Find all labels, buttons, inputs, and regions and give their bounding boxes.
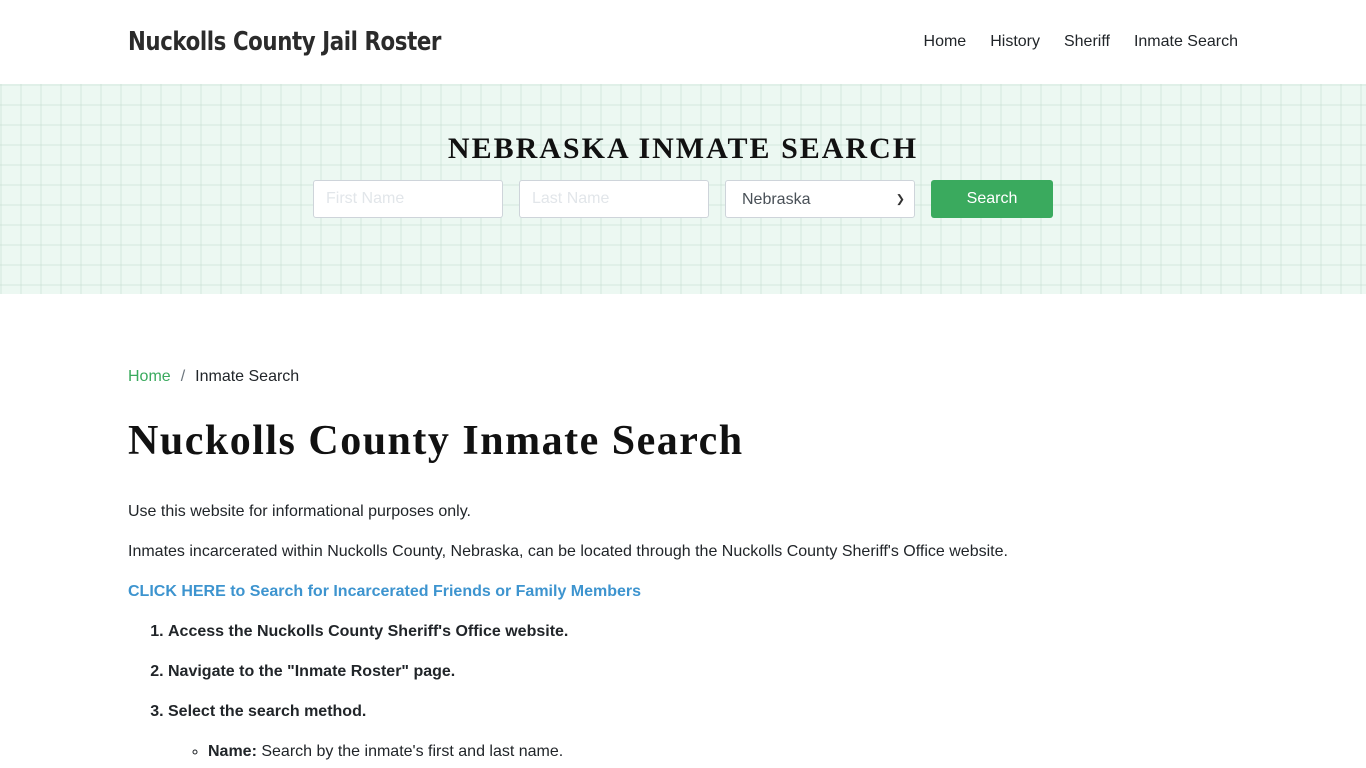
- state-select[interactable]: Nebraska: [725, 180, 915, 218]
- nav-inmate-search[interactable]: Inmate Search: [1122, 33, 1238, 51]
- steps-list: Access the Nuckolls County Sheriff's Off…: [168, 620, 1238, 764]
- site-brand[interactable]: Nuckolls County Jail Roster: [128, 27, 441, 57]
- hero-title: NEBRASKA INMATE SEARCH: [447, 132, 919, 165]
- last-name-input[interactable]: [519, 180, 709, 218]
- description-text: Inmates incarcerated within Nuckolls Cou…: [128, 543, 1008, 560]
- search-methods-list: Name: Search by the inmate's first and l…: [208, 740, 1238, 764]
- main-content: Home / Inmate Search Nuckolls County Inm…: [0, 294, 1366, 764]
- main-nav: Home History Sheriff Inmate Search: [912, 33, 1238, 51]
- step-item: Select the search method. Name: Search b…: [168, 700, 1238, 764]
- nav-home[interactable]: Home: [912, 33, 979, 51]
- nav-history[interactable]: History: [978, 33, 1052, 51]
- state-select-wrapper: Nebraska ❯: [725, 180, 915, 218]
- site-header: Nuckolls County Jail Roster Home History…: [0, 0, 1366, 84]
- breadcrumb-separator: /: [180, 368, 186, 385]
- page-title: Nuckolls County Inmate Search: [128, 418, 744, 464]
- intro-text: Use this website for informational purpo…: [128, 503, 471, 520]
- hero-search-section: NEBRASKA INMATE SEARCH Nebraska ❯ Search: [0, 84, 1366, 294]
- breadcrumb: Home / Inmate Search: [128, 368, 1238, 386]
- method-item: Name: Search by the inmate's first and l…: [208, 740, 1238, 764]
- step-item: Navigate to the "Inmate Roster" page.: [168, 660, 1238, 684]
- step-text: Select the search method.: [168, 703, 367, 720]
- search-button[interactable]: Search: [931, 180, 1053, 218]
- first-name-input[interactable]: [313, 180, 503, 218]
- method-text: Search by the inmate's first and last na…: [256, 743, 564, 760]
- cta-paragraph: CLICK HERE to Search for Incarcerated Fr…: [128, 580, 1238, 604]
- method-label: Name:: [208, 743, 257, 760]
- step-item: Access the Nuckolls County Sheriff's Off…: [168, 620, 1238, 644]
- breadcrumb-current: Inmate Search: [195, 368, 300, 385]
- nav-sheriff[interactable]: Sheriff: [1052, 33, 1122, 51]
- inmate-search-form: Nebraska ❯ Search: [313, 180, 1053, 218]
- breadcrumb-home[interactable]: Home: [128, 368, 171, 386]
- search-friends-family-link[interactable]: CLICK HERE to Search for Incarcerated Fr…: [128, 583, 641, 600]
